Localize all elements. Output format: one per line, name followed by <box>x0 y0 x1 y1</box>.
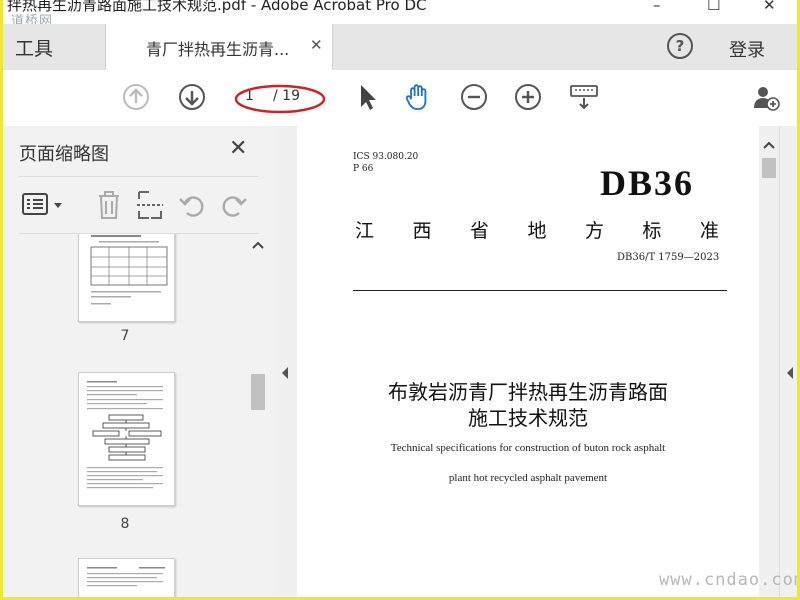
thumbnail-page-number: 7 <box>120 328 130 344</box>
window-close-button[interactable]: ✕ <box>763 0 776 14</box>
english-title-line1: Technical specifications for constructio… <box>390 442 666 454</box>
rotate-right-icon[interactable] <box>219 191 249 219</box>
help-icon[interactable]: ? <box>667 33 693 59</box>
rotate-left-icon[interactable] <box>177 191 207 219</box>
next-page-icon[interactable] <box>177 82 207 112</box>
thumbnail-list: 7 8 <box>3 234 249 597</box>
thumbnail-page[interactable] <box>78 372 175 506</box>
tab-bar: 工具 青厂拌热再生沥青... ✕ ? 登录 <box>3 24 797 71</box>
province-char: 标 <box>642 220 662 242</box>
sidebar-close-button[interactable]: ✕ <box>229 136 247 161</box>
previous-page-icon[interactable] <box>121 82 151 112</box>
page-preview <box>87 567 165 587</box>
thumbnail-sidebar: 页面缩略图 ✕ 7 8 <box>3 126 274 597</box>
header-rule <box>353 290 727 291</box>
thumbnail-scrollbar[interactable] <box>249 234 267 597</box>
scrollbar-thumb[interactable] <box>762 158 776 178</box>
keyboard-input-icon[interactable] <box>569 82 599 112</box>
window-title: 拌热再生沥青路面施工技术规范.pdf - Adobe Acrobat Pro D… <box>7 0 427 14</box>
zoom-out-icon[interactable] <box>459 82 489 112</box>
extract-page-icon[interactable] <box>135 189 165 221</box>
scrollbar-thumb[interactable] <box>251 374 265 410</box>
tab-tools[interactable]: 工具 <box>15 34 53 61</box>
sidebar-toolbar <box>19 176 259 234</box>
province-char: 地 <box>527 220 547 242</box>
hand-tool-icon[interactable] <box>403 82 433 112</box>
english-title-line2: plant hot recycled asphalt pavement <box>448 472 608 484</box>
minimize-button[interactable]: – <box>653 0 661 14</box>
document-page: ICS 93.080.20 P 66 DB36 江 西 省 地 方 标 准 DB… <box>297 126 759 597</box>
zoom-in-icon[interactable] <box>513 82 543 112</box>
thumbnail-options-icon[interactable] <box>21 191 65 219</box>
tab-document[interactable]: 青厂拌热再生沥青... ✕ <box>105 24 333 70</box>
title-bar: 拌热再生沥青路面施工技术规范.pdf - Adobe Acrobat Pro D… <box>3 0 797 29</box>
thumbnail-page[interactable] <box>78 234 175 322</box>
right-pane-toggle[interactable] <box>779 126 797 597</box>
sidebar-splitter[interactable] <box>273 126 298 597</box>
province-standard-line: 江 西 省 地 方 标 准 <box>355 216 719 243</box>
page-preview <box>87 381 163 489</box>
site-watermark: www.cndao.com <box>659 570 797 590</box>
standard-number: DB36/T 1759—2023 <box>617 252 720 263</box>
document-title-line1: 布敦岩沥青厂拌热再生沥青路面 <box>388 380 668 404</box>
document-title-line2: 施工技术规范 <box>468 406 588 430</box>
collapse-left-icon[interactable] <box>279 366 291 380</box>
tab-document-label: 青厂拌热再生沥青... <box>146 40 290 59</box>
ics-code: ICS 93.080.20 <box>353 152 419 162</box>
scroll-up-icon[interactable] <box>252 240 264 250</box>
toolbar: 1 / 19 <box>3 70 797 127</box>
expand-right-pane-icon[interactable] <box>784 366 796 380</box>
page-preview <box>90 235 168 305</box>
select-tool-icon[interactable] <box>353 82 383 112</box>
document-scrollbar[interactable] <box>759 126 779 597</box>
scroll-up-icon[interactable] <box>763 140 775 150</box>
province-char: 西 <box>412 220 432 242</box>
annotation-ellipse <box>234 84 326 114</box>
province-char: 省 <box>469 220 489 242</box>
db-code: DB36 <box>600 163 695 203</box>
province-char: 准 <box>699 220 719 242</box>
delete-page-icon[interactable] <box>95 189 123 221</box>
acrobat-window: 拌热再生沥青路面施工技术规范.pdf - Adobe Acrobat Pro D… <box>3 0 797 597</box>
province-char: 方 <box>584 220 604 242</box>
login-button[interactable]: 登录 <box>729 36 765 62</box>
province-char: 江 <box>355 220 375 242</box>
tab-close-button[interactable]: ✕ <box>310 36 323 54</box>
maximize-button[interactable]: ☐ <box>707 0 720 14</box>
sidebar-title: 页面缩略图 <box>19 144 109 165</box>
p-code: P 66 <box>353 164 374 174</box>
thumbnail-page[interactable] <box>78 558 175 597</box>
thumbnail-page-number: 8 <box>120 516 130 532</box>
share-user-icon[interactable] <box>751 82 781 112</box>
